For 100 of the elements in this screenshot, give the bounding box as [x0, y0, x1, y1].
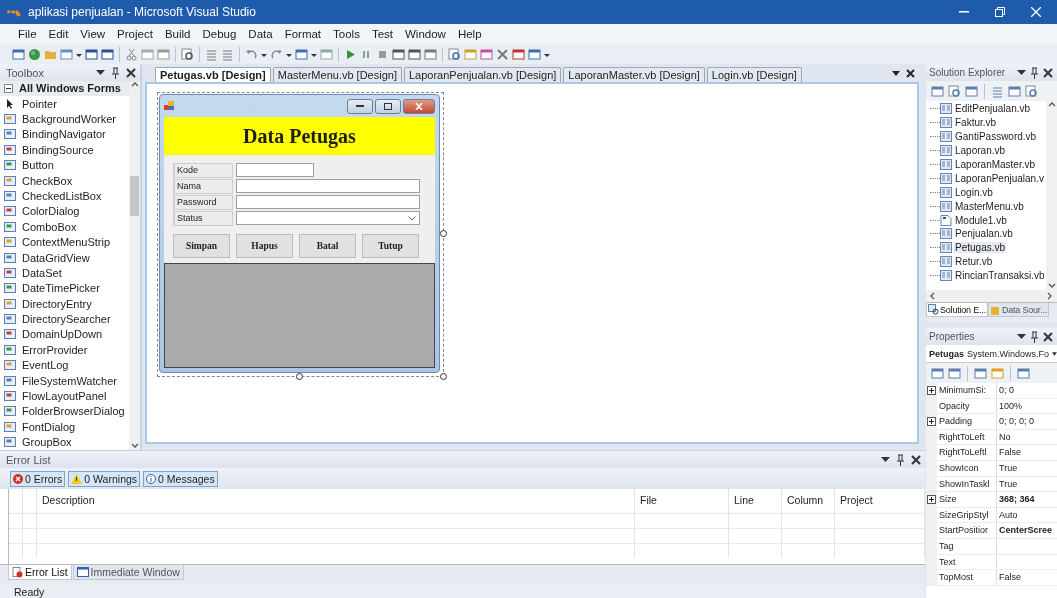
menu-item[interactable]: Tools [327, 26, 366, 42]
scroll-up-icon[interactable] [130, 81, 139, 89]
window-icon[interactable] [12, 47, 25, 61]
toolbox-item[interactable]: CheckBox [0, 172, 129, 189]
tree-item[interactable]: MasterMenu.vb [954, 200, 1025, 212]
column-header[interactable]: Description [37, 489, 635, 513]
toolbox-item[interactable]: GroupBox [0, 434, 129, 450]
toolbox-item[interactable]: DateTimePicker [0, 280, 129, 296]
property-name[interactable]: ShowIcon [937, 460, 997, 476]
input-field[interactable] [236, 179, 420, 193]
property-name[interactable]: Tag [937, 538, 997, 554]
property-name[interactable]: RightToLeftl [937, 445, 997, 460]
menu-item[interactable]: Build [158, 26, 197, 42]
dropdown-arrow-icon[interactable] [96, 69, 105, 76]
pin-icon[interactable] [1030, 66, 1039, 79]
property-name[interactable]: ShowInTaskl [937, 476, 997, 492]
property-name[interactable]: SizeGripStyl [937, 507, 997, 523]
find-icon[interactable] [448, 47, 461, 61]
toolbox-item[interactable]: ComboBox [0, 219, 129, 235]
window-icon[interactable] [974, 366, 987, 380]
document-tab[interactable]: Petugas.vb [Design] [155, 67, 271, 82]
toolbox-item[interactable]: FontDialog [0, 419, 129, 435]
resize-handle[interactable] [440, 373, 447, 380]
close-icon[interactable] [1043, 331, 1053, 342]
menu-item[interactable]: Data [242, 26, 279, 42]
toolbox-item[interactable]: DataGridView [0, 249, 129, 266]
find-icon[interactable] [948, 84, 961, 98]
tree-item[interactable]: RincianTransaksi.vb [954, 270, 1046, 282]
property-value[interactable]: 100% [997, 398, 1057, 414]
tree-item[interactable]: GantiPassword.vb [954, 131, 1038, 143]
toolbox-item[interactable]: Button [0, 157, 129, 173]
scroll-left-icon[interactable] [929, 292, 937, 300]
column-header[interactable]: File [635, 489, 729, 513]
tree-item[interactable]: Module1.vb [954, 214, 1008, 226]
toolbox-item[interactable]: BindingSource [0, 142, 129, 158]
scroll-down-icon[interactable] [130, 442, 139, 450]
close-icon[interactable] [126, 67, 136, 78]
minimize-button[interactable] [347, 98, 373, 114]
resize-handle[interactable] [440, 230, 447, 237]
tree-item[interactable]: Login.vb [954, 186, 994, 198]
toolbox-item[interactable]: BackgroundWorker [0, 111, 129, 127]
maximize-button[interactable] [375, 98, 401, 114]
menu-item[interactable]: Project [111, 26, 159, 42]
resize-handle[interactable] [296, 373, 303, 380]
scroll-up-icon[interactable] [1047, 101, 1056, 109]
property-value[interactable]: 0; 0; 0; 0 [997, 414, 1057, 429]
dropdown-arrow-icon[interactable] [1052, 351, 1057, 356]
filter-button[interactable]: 0 Messages [143, 470, 218, 487]
dropdown-arrow-icon[interactable] [1017, 333, 1026, 340]
property-name[interactable]: Text [937, 554, 997, 570]
property-name[interactable]: Opacity [937, 398, 997, 414]
document-tab[interactable]: Login.vb [Design] [706, 67, 802, 82]
globe-icon[interactable] [28, 47, 41, 61]
menu-item[interactable]: View [74, 26, 112, 42]
column-header[interactable]: Column [782, 489, 835, 513]
window-icon[interactable] [965, 84, 978, 98]
property-value[interactable]: False [997, 445, 1057, 460]
window-icon[interactable] [512, 47, 525, 61]
property-name[interactable]: Padding [937, 414, 997, 429]
pin-icon[interactable] [1030, 330, 1039, 343]
window-icon[interactable] [408, 47, 421, 61]
form-button[interactable]: Hapus [236, 234, 293, 258]
property-name[interactable]: Size [937, 492, 997, 507]
form-button[interactable]: Batal [299, 234, 356, 258]
form-button[interactable]: Simpan [173, 234, 230, 258]
scrollbar[interactable] [1046, 101, 1057, 290]
tree-item[interactable]: Retur.vb [954, 256, 994, 268]
property-value[interactable]: Auto [997, 507, 1057, 523]
close-icon[interactable] [1043, 67, 1053, 78]
form-button[interactable]: Tutup [362, 234, 419, 258]
document-tab[interactable]: MasterMenu.vb [Design] [272, 67, 402, 82]
toolbox-item[interactable]: ColorDialog [0, 203, 129, 220]
property-name[interactable]: RightToLeft [937, 429, 997, 445]
window-icon[interactable] [528, 47, 541, 61]
toolbox-item[interactable]: ErrorProvider [0, 342, 129, 358]
property-value[interactable]: CenterScree [997, 523, 1057, 538]
collapse-icon[interactable] [4, 83, 13, 93]
menu-item[interactable]: Help [451, 26, 488, 42]
window-icon[interactable] [424, 47, 437, 61]
dropdown-arrow-icon[interactable] [1017, 69, 1026, 76]
property-value[interactable]: No [997, 429, 1057, 445]
menu-item[interactable]: Edit [42, 26, 75, 42]
toolbox-item[interactable]: DomainUpDown [0, 326, 129, 343]
tree-item[interactable]: Petugas.vb [954, 242, 1007, 254]
close-icon[interactable] [906, 69, 915, 78]
toolbox-item[interactable]: Pointer [0, 95, 129, 112]
find-icon[interactable] [181, 47, 194, 61]
tree-item[interactable]: Laporan.vb [954, 145, 1007, 157]
tools-icon[interactable] [496, 47, 509, 61]
menu-item[interactable]: Format [278, 26, 328, 42]
menu-item[interactable]: Test [365, 26, 399, 42]
panel-tab[interactable]: Error List [8, 565, 72, 581]
column-header[interactable]: Line [729, 489, 782, 513]
play-icon[interactable] [344, 47, 357, 61]
scrollbar-thumb[interactable] [130, 175, 139, 216]
toolbox-item[interactable]: DirectorySearcher [0, 311, 129, 327]
tree-item[interactable]: Penjualan.vb [954, 228, 1014, 240]
property-value[interactable]: 368; 364 [997, 492, 1057, 507]
scrollbar[interactable] [926, 290, 1057, 302]
property-value[interactable]: True [997, 460, 1057, 476]
